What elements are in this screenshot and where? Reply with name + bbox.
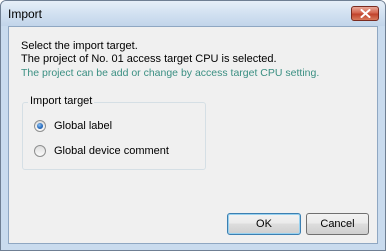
global-device-comment-radio[interactable] <box>34 145 46 157</box>
import-target-group-label: Import target <box>28 95 95 107</box>
ok-button[interactable]: OK <box>227 213 301 235</box>
instruction-text: Select the import target. <box>21 40 138 52</box>
close-icon <box>360 9 371 18</box>
dialog-body: Select the import target. The project of… <box>8 26 378 244</box>
title-bar[interactable]: Import <box>1 1 385 26</box>
global-label-radio[interactable] <box>34 120 46 132</box>
import-target-group: Import target Global label Global device… <box>22 95 206 170</box>
close-button[interactable] <box>351 6 379 21</box>
global-label-option-label: Global label <box>54 120 113 132</box>
selected-project-text: The project of No. 01 access target CPU … <box>21 53 277 65</box>
hint-text: The project can be add or change by acce… <box>21 67 320 79</box>
cancel-button[interactable]: Cancel <box>306 213 369 235</box>
import-dialog: Import Select the import target. The pro… <box>0 0 386 251</box>
radio-selected-dot <box>37 123 43 129</box>
global-label-option[interactable]: Global label <box>34 119 112 133</box>
global-device-comment-option[interactable]: Global device comment <box>34 144 169 158</box>
window-title: Import <box>8 7 43 21</box>
global-device-comment-option-label: Global device comment <box>54 145 169 157</box>
